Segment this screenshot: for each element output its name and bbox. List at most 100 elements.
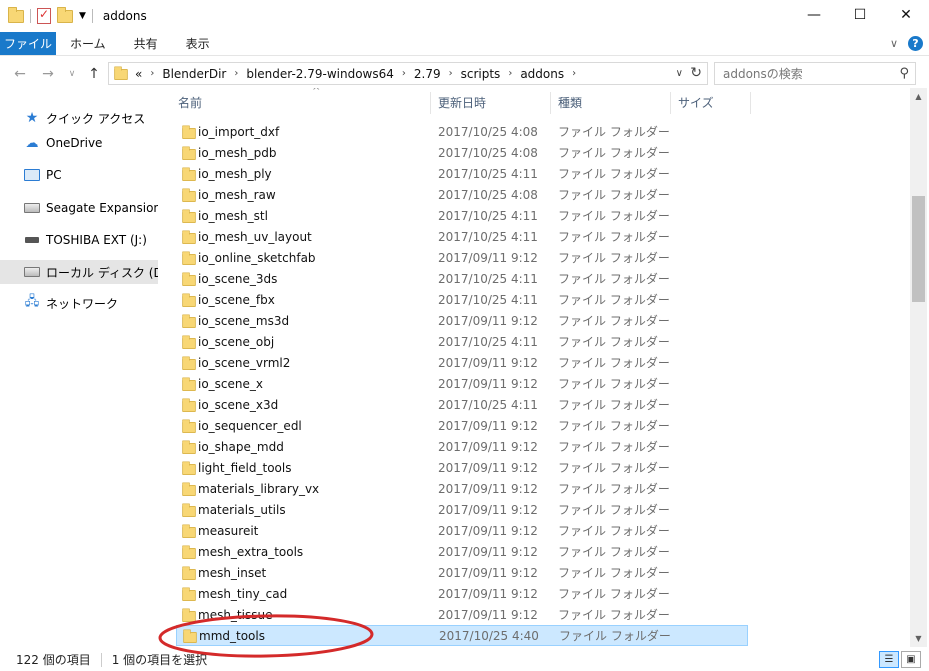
column-divider[interactable] [550, 92, 551, 114]
file-modified-date: 2017/10/25 4:11 [438, 271, 538, 286]
nav-item-local-disk[interactable]: ローカル ディスク (D:) [0, 260, 158, 284]
nav-item-onedrive[interactable]: ☁ OneDrive [0, 131, 158, 155]
large-icons-view-icon[interactable]: ▣ [901, 651, 921, 668]
tab-home[interactable]: ホーム [56, 32, 120, 55]
nav-item-quick-access[interactable]: ★ クイック アクセス [0, 106, 158, 130]
back-arrow-icon[interactable]: ← [10, 64, 30, 84]
breadcrumb-item[interactable]: 2.79 [414, 67, 441, 81]
table-row[interactable]: io_scene_fbx 2017/10/25 4:11 ファイル フォルダー [176, 289, 748, 310]
forward-arrow-icon[interactable]: → [38, 64, 58, 84]
table-row[interactable]: io_scene_3ds 2017/10/25 4:11 ファイル フォルダー [176, 268, 748, 289]
file-name: io_mesh_raw [198, 187, 276, 202]
file-name: mesh_tissue [198, 607, 273, 622]
folder-icon [182, 292, 196, 307]
scrollbar-thumb[interactable] [912, 196, 925, 302]
folder-icon [182, 271, 196, 286]
column-divider[interactable] [430, 92, 431, 114]
table-row[interactable]: measureit 2017/09/11 9:12 ファイル フォルダー [176, 520, 748, 541]
breadcrumb-separator-icon[interactable]: › [508, 68, 512, 79]
table-row[interactable]: mesh_tissue 2017/09/11 9:12 ファイル フォルダー [176, 604, 748, 625]
address-history-chevron-icon[interactable]: ∨ [676, 68, 683, 79]
refresh-icon[interactable]: ↻ [690, 65, 702, 81]
table-row[interactable]: io_mesh_ply 2017/10/25 4:11 ファイル フォルダー [176, 163, 748, 184]
table-row[interactable]: mmd_tools 2017/10/25 4:40 ファイル フォルダー [176, 625, 748, 646]
breadcrumb-item[interactable]: scripts [461, 67, 501, 81]
search-icon[interactable]: ⚲ [899, 66, 909, 81]
file-name: measureit [198, 523, 259, 538]
breadcrumb-overflow[interactable]: « [135, 67, 142, 81]
column-label: 種類 [558, 95, 583, 110]
breadcrumb-separator-icon[interactable]: › [234, 68, 238, 79]
file-modified-date: 2017/10/25 4:08 [438, 124, 538, 139]
file-modified-date: 2017/10/25 4:11 [438, 229, 538, 244]
breadcrumb-item[interactable]: BlenderDir [162, 67, 226, 81]
star-icon: ★ [25, 110, 39, 126]
tab-file[interactable]: ファイル [0, 32, 56, 55]
recent-locations-chevron-icon[interactable]: ∨ [62, 64, 82, 84]
table-row[interactable]: io_scene_vrml2 2017/09/11 9:12 ファイル フォルダー [176, 352, 748, 373]
file-name: io_scene_ms3d [198, 313, 290, 328]
table-row[interactable]: io_shape_mdd 2017/09/11 9:12 ファイル フォルダー [176, 436, 748, 457]
table-row[interactable]: materials_utils 2017/09/11 9:12 ファイル フォルダー [176, 499, 748, 520]
tab-share[interactable]: 共有 [120, 32, 172, 55]
nav-item-network[interactable]: 🖧 ネットワーク [0, 291, 158, 315]
column-divider[interactable] [750, 92, 751, 114]
column-label: サイズ [678, 95, 714, 110]
table-row[interactable]: mesh_tiny_cad 2017/09/11 9:12 ファイル フォルダー [176, 583, 748, 604]
vertical-scrollbar[interactable]: ▲ ▼ [910, 88, 927, 647]
table-row[interactable]: io_mesh_pdb 2017/10/25 4:08 ファイル フォルダー [176, 142, 748, 163]
pc-icon [24, 168, 40, 182]
column-header-date[interactable]: 更新日時 [438, 88, 550, 116]
up-arrow-icon[interactable]: ↑ [84, 64, 104, 84]
tab-view[interactable]: 表示 [172, 32, 224, 55]
breadcrumb-separator-icon[interactable]: › [449, 68, 453, 79]
table-row[interactable]: io_scene_x 2017/09/11 9:12 ファイル フォルダー [176, 373, 748, 394]
file-name: mmd_tools [199, 628, 265, 643]
breadcrumb-separator-icon[interactable]: › [402, 68, 406, 79]
table-row[interactable]: light_field_tools 2017/09/11 9:12 ファイル フォル… [176, 457, 748, 478]
table-row[interactable]: io_scene_x3d 2017/10/25 4:11 ファイル フォルダー [176, 394, 748, 415]
table-row[interactable]: mesh_inset 2017/09/11 9:12 ファイル フォルダー [176, 562, 748, 583]
table-row[interactable]: io_online_sketchfab 2017/09/11 9:12 ファイル フ… [176, 247, 748, 268]
close-icon[interactable]: ✕ [883, 0, 929, 30]
properties-icon[interactable] [37, 7, 51, 24]
details-view-icon[interactable]: ☰ [879, 651, 899, 668]
file-name: io_import_dxf [198, 124, 280, 139]
table-row[interactable]: io_sequencer_edl 2017/09/11 9:12 ファイル フォルダ… [176, 415, 748, 436]
help-icon[interactable]: ? [908, 36, 923, 51]
table-row[interactable]: io_mesh_raw 2017/10/25 4:08 ファイル フォルダー [176, 184, 748, 205]
file-modified-date: 2017/09/11 9:12 [438, 418, 538, 433]
table-row[interactable]: mesh_extra_tools 2017/09/11 9:12 ファイル フォルダ… [176, 541, 748, 562]
file-name: mesh_extra_tools [198, 544, 304, 559]
column-header-name[interactable]: 名前 ^ [178, 88, 434, 116]
scroll-down-arrow-icon[interactable]: ▼ [910, 630, 927, 647]
table-row[interactable]: io_mesh_stl 2017/10/25 4:11 ファイル フォルダー [176, 205, 748, 226]
customize-toolbar-chevron-icon[interactable]: ▼ [79, 11, 86, 21]
breadcrumb-separator-icon[interactable]: › [572, 68, 576, 79]
column-header-size[interactable]: サイズ [678, 88, 748, 116]
folder-icon [182, 544, 196, 559]
minimize-icon[interactable]: — [791, 0, 837, 30]
nav-item-toshiba[interactable]: TOSHIBA EXT (J:) [0, 228, 158, 252]
column-divider[interactable] [670, 92, 671, 114]
address-bar[interactable]: « › BlenderDir › blender-2.79-windows64 … [108, 62, 708, 85]
table-row[interactable]: io_scene_obj 2017/10/25 4:11 ファイル フォルダー [176, 331, 748, 352]
new-folder-icon[interactable] [57, 6, 73, 23]
file-type: ファイル フォルダー [558, 377, 670, 391]
breadcrumb-item[interactable]: blender-2.79-windows64 [246, 67, 394, 81]
folder-icon [182, 124, 196, 139]
table-row[interactable]: io_import_dxf 2017/10/25 4:08 ファイル フォルダー [176, 121, 748, 142]
maximize-icon[interactable]: ☐ [837, 0, 883, 30]
search-input[interactable]: addonsの検索 ⚲ [714, 62, 916, 85]
folder-icon [182, 439, 196, 454]
scroll-up-arrow-icon[interactable]: ▲ [910, 88, 927, 105]
breadcrumb-item[interactable]: addons [520, 67, 564, 81]
expand-ribbon-chevron-icon[interactable]: ∨ [890, 37, 898, 50]
table-row[interactable]: materials_library_vx 2017/09/11 9:12 ファイル … [176, 478, 748, 499]
column-header-type[interactable]: 種類 [558, 88, 670, 116]
nav-item-pc[interactable]: PC [0, 163, 158, 187]
table-row[interactable]: io_mesh_uv_layout 2017/10/25 4:11 ファイル フォル… [176, 226, 748, 247]
nav-item-seagate[interactable]: Seagate Expansion Dri [0, 196, 158, 220]
breadcrumb-separator-icon[interactable]: › [150, 68, 154, 79]
table-row[interactable]: io_scene_ms3d 2017/09/11 9:12 ファイル フォルダー [176, 310, 748, 331]
